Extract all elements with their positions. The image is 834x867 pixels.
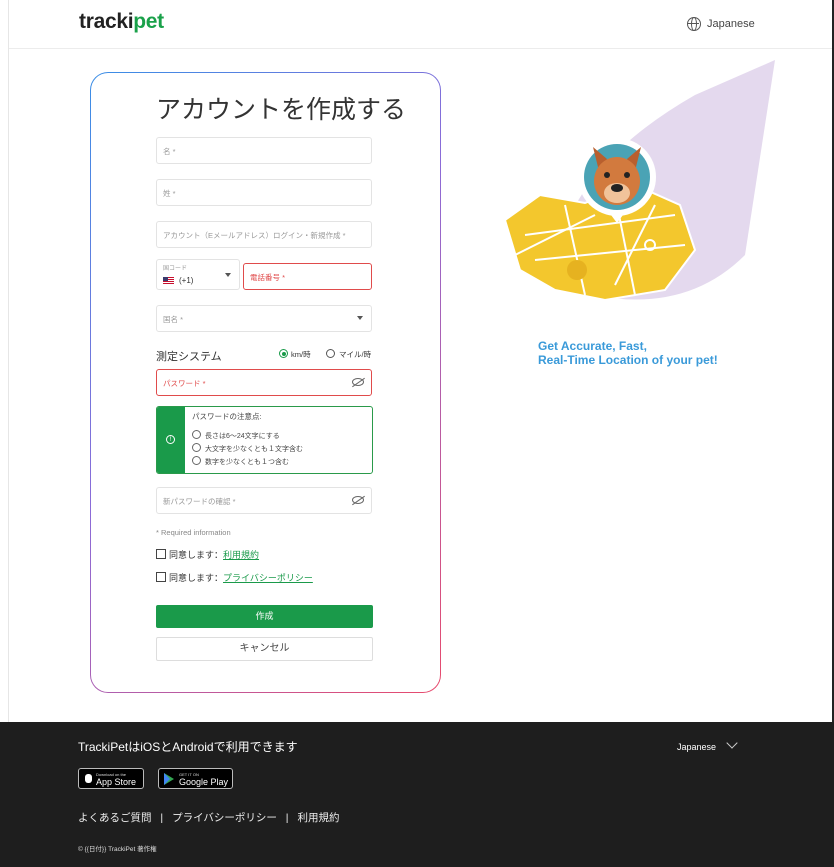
terms-link[interactable]: 利用規約 <box>223 550 259 560</box>
google-play-label: Google Play <box>179 777 229 787</box>
chevron-down-icon[interactable] <box>726 737 738 749</box>
privacy-link[interactable]: プライバシーポリシー <box>223 573 313 583</box>
circle-icon <box>192 456 201 465</box>
measurement-system: 測定システム km/時 マイル/時 <box>156 348 372 364</box>
tagline-line-1: Get Accurate, Fast, <box>538 339 647 353</box>
footer-privacy-link[interactable]: プライバシーポリシー <box>172 812 277 824</box>
footer-availability: TrackiPetはiOSとAndroidで利用できます <box>78 740 298 754</box>
hint-uppercase: 大文字を少なくとも１文字含む <box>192 443 303 454</box>
circle-icon <box>192 443 201 452</box>
footer-links: よくあるご質問 | プライバシーポリシー | 利用規約 <box>78 810 345 825</box>
logo-text-tracki: tracki <box>79 10 134 33</box>
google-play-button[interactable]: GET IT ON Google Play <box>158 768 233 789</box>
language-selector[interactable]: Japanese <box>687 17 755 31</box>
eye-off-icon[interactable] <box>352 496 364 504</box>
circle-icon <box>192 430 201 439</box>
footer-separator: | <box>160 812 164 824</box>
us-flag-icon <box>163 277 174 285</box>
agree-terms: 同意します：利用規約 <box>156 548 259 561</box>
password-hint-title: パスワードの注意点: <box>192 412 262 421</box>
hint-sidebar: ! <box>157 407 185 473</box>
hint-digit-text: 数字を少なくとも１つ含む <box>205 459 289 466</box>
required-info-note: * Required information <box>156 528 231 537</box>
terms-checkbox[interactable] <box>156 549 166 559</box>
trackipet-logo[interactable]: trackipet <box>79 10 164 34</box>
info-icon: ! <box>166 435 175 444</box>
confirm-password-input[interactable]: 新パスワードの確認 * <box>156 487 372 514</box>
radio-kmh[interactable] <box>279 349 288 358</box>
map-marker-dot <box>567 260 587 280</box>
country-select[interactable]: 国名 * <box>156 305 372 332</box>
eye-off-icon[interactable] <box>352 378 364 386</box>
page: trackipet Japanese アカウントを作成する 名 * 姓 * アカ… <box>0 0 834 867</box>
hint-uppercase-text: 大文字を少なくとも１文字含む <box>205 446 303 453</box>
footer-separator: | <box>285 812 289 824</box>
password-placeholder: パスワード * <box>163 379 206 388</box>
radio-mph[interactable] <box>326 349 335 358</box>
last-name-input[interactable]: 姓 * <box>156 179 372 206</box>
first-name-input[interactable]: 名 * <box>156 137 372 164</box>
language-label: Japanese <box>707 18 755 30</box>
country-placeholder: 国名 * <box>163 315 184 324</box>
pet-map-illustration <box>503 60 775 302</box>
phone-number-input[interactable]: 電話番号 * <box>243 263 372 290</box>
window-edge-left <box>0 0 9 722</box>
copyright: © {{日付}} TrackiPet 著作権 <box>78 846 157 853</box>
chevron-down-icon <box>357 316 363 320</box>
confirm-password-placeholder: 新パスワードの確認 * <box>163 497 236 506</box>
app-store-button[interactable]: Download on the App Store <box>78 768 144 789</box>
radio-mph-label: マイル/時 <box>339 350 372 359</box>
hint-length-text: 長さは6～24文字にする <box>205 433 280 440</box>
privacy-checkbox[interactable] <box>156 572 166 582</box>
create-button[interactable]: 作成 <box>156 605 373 628</box>
google-play-icon <box>164 773 174 785</box>
top-header: trackipet Japanese <box>9 0 832 49</box>
account-email-placeholder: アカウント（Eメールアドレス）ログイン・新規作成 * <box>163 231 346 240</box>
footer: TrackiPetはiOSとAndroidで利用できます Japanese Do… <box>0 722 834 867</box>
tagline-line-2: Real-Time Location of your pet! <box>538 353 718 367</box>
agree-privacy-label: 同意します： <box>169 573 224 583</box>
hint-digit: 数字を少なくとも１つ含む <box>192 456 289 467</box>
signup-card: アカウントを作成する 名 * 姓 * アカウント（Eメールアドレス）ログイン・新… <box>90 72 441 693</box>
measurement-label: 測定システム <box>156 351 222 363</box>
signup-card-inner: アカウントを作成する 名 * 姓 * アカウント（Eメールアドレス）ログイン・新… <box>91 73 440 692</box>
footer-terms-link[interactable]: 利用規約 <box>297 812 339 824</box>
tagline: Get Accurate, Fast, Real-Time Location o… <box>538 339 718 367</box>
password-hint-box: ! パスワードの注意点: 長さは6～24文字にする 大文字を少なくとも１文字含む… <box>156 406 373 474</box>
phone-number-placeholder: 電話番号 * <box>250 273 286 282</box>
country-code-label: 国コード <box>163 266 188 272</box>
form-title: アカウントを作成する <box>156 96 407 124</box>
hint-length: 長さは6～24文字にする <box>192 430 280 441</box>
agree-terms-label: 同意します： <box>169 550 224 560</box>
faq-link[interactable]: よくあるご質問 <box>78 812 152 824</box>
cancel-button[interactable]: キャンセル <box>156 637 373 661</box>
account-email-input[interactable]: アカウント（Eメールアドレス）ログイン・新規作成 * <box>156 221 372 248</box>
footer-language-selector[interactable]: Japanese <box>677 742 716 752</box>
radio-kmh-label: km/時 <box>291 350 311 359</box>
agree-privacy: 同意します：プライバシーポリシー <box>156 571 313 584</box>
apple-icon <box>85 774 92 783</box>
globe-icon <box>687 17 701 31</box>
last-name-placeholder: 姓 * <box>163 189 176 198</box>
country-code-select[interactable]: 国コード (+1) <box>156 259 240 290</box>
password-input[interactable]: パスワード * <box>156 369 372 396</box>
first-name-placeholder: 名 * <box>163 147 176 156</box>
logo-text-pet: pet <box>133 10 164 33</box>
chevron-down-icon <box>225 273 231 277</box>
app-store-label: App Store <box>96 777 137 787</box>
country-code-value: (+1) <box>179 276 194 285</box>
